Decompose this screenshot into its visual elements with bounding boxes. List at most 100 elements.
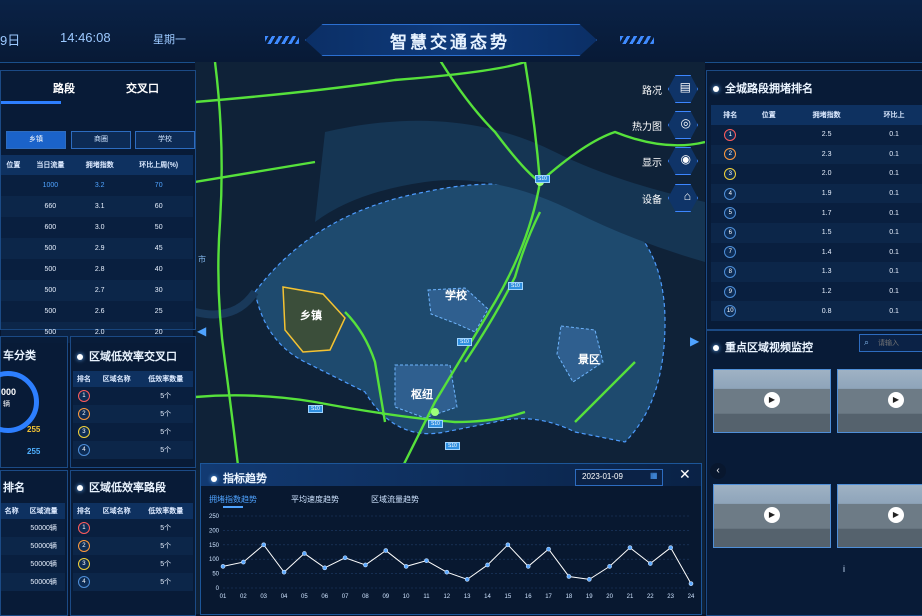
video-feed[interactable]: ▶	[713, 369, 831, 433]
col-header: 拥堵指数	[812, 112, 841, 119]
data-point	[302, 551, 307, 556]
table-row[interactable]: 5 1.7 0.1	[711, 203, 922, 223]
prev-video-icon[interactable]: ‹	[710, 463, 726, 479]
col-header: 排名	[76, 376, 91, 383]
table-cell	[95, 537, 139, 555]
table-row[interactable]: 2 5个	[73, 537, 193, 555]
video-title: 重点区域视频监控	[713, 339, 813, 355]
title-decoration-right	[620, 36, 654, 44]
data-point	[342, 555, 348, 561]
device-icon: ⌂	[683, 189, 691, 203]
play-icon[interactable]: ▶	[764, 507, 780, 523]
table-row[interactable]: 660 3.1 60	[1, 196, 193, 217]
map-label-scenic[interactable]: 景区	[578, 351, 600, 367]
table-row[interactable]: 500 2.8 40	[1, 259, 193, 280]
x-tick-label: 17	[545, 594, 552, 600]
tab-flow-trend[interactable]: 区域流量趋势	[371, 494, 419, 505]
tab-speed-trend[interactable]: 平均速度趋势	[291, 494, 339, 505]
table-cell: 5个	[160, 561, 172, 568]
tool-device[interactable]: 设备 ⌂	[620, 184, 698, 212]
road-tag: S10	[428, 420, 443, 428]
calendar-icon[interactable]: ▦	[650, 471, 658, 480]
table-row[interactable]: 3 5个	[73, 423, 193, 441]
table-row[interactable]: 1 2.5 0.1	[711, 125, 922, 145]
table-cell: 500	[44, 287, 57, 294]
table-row[interactable]: 50000辆	[1, 573, 65, 591]
table-cell: 70	[154, 182, 163, 189]
table-cell: 2.3	[821, 150, 832, 158]
data-point	[485, 562, 490, 568]
table-row[interactable]: 7 1.4 0.1	[711, 242, 922, 263]
rank-cell: 1	[73, 387, 95, 405]
table-row[interactable]: 600 3.0 50	[1, 217, 193, 238]
video-feed[interactable]: ▶	[713, 484, 831, 548]
tool-traffic[interactable]: 路况 ▤	[620, 75, 698, 103]
table-row[interactable]: 1 5个	[73, 387, 193, 405]
filter-school[interactable]: 学校	[135, 131, 195, 149]
tab-road[interactable]: 路段	[53, 80, 75, 96]
table-row[interactable]: 500 2.6 25	[1, 301, 193, 322]
play-icon[interactable]: ▶	[764, 392, 780, 408]
rank-cell: 10	[711, 301, 750, 321]
data-point	[648, 561, 653, 566]
trend-title-text: 指标趋势	[223, 473, 267, 485]
table-cell: 5个	[160, 447, 172, 454]
table-cell: 0.1	[889, 131, 899, 139]
table-cell: 500	[44, 245, 57, 252]
table-row[interactable]: 2 5个	[73, 405, 193, 423]
table-cell	[1, 175, 26, 196]
map-label-hub[interactable]: 枢纽	[411, 386, 433, 402]
rank-badge: 2	[724, 148, 737, 161]
low-cross-title-text: 区域低效率交叉口	[89, 351, 177, 363]
table-row[interactable]: 1 5个	[73, 519, 193, 537]
table-row[interactable]: 50000辆	[1, 555, 65, 573]
play-icon[interactable]: ▶	[888, 507, 904, 523]
table-row[interactable]: 1000 3.2 70	[1, 175, 193, 196]
table-row[interactable]: 4 5个	[73, 573, 193, 591]
rank-badge: 4	[77, 444, 90, 456]
tool-display[interactable]: 显示 ◉	[620, 147, 698, 175]
table-row[interactable]: 50000辆	[1, 519, 65, 537]
collapse-right-icon[interactable]: ▶	[690, 334, 700, 350]
table-row[interactable]: 4 1.9 0.1	[711, 183, 922, 204]
search-icon: ⌕	[864, 337, 870, 347]
tab-intersection[interactable]: 交叉口	[126, 80, 159, 96]
rank-cell: 6	[711, 223, 750, 243]
table-row[interactable]: 500 2.7 30	[1, 280, 193, 301]
table-cell: 3.1	[94, 203, 105, 210]
date-picker[interactable]: 2023-01-09 ▦	[575, 469, 663, 486]
x-tick-label: 07	[342, 594, 349, 600]
search-input[interactable]	[876, 336, 922, 351]
table-row[interactable]: 500 2.9 45	[1, 238, 193, 259]
table-row[interactable]: 50000辆	[1, 537, 65, 555]
close-icon[interactable]: ✕	[679, 466, 691, 483]
video-feed[interactable]: ▶	[837, 369, 922, 433]
table-row[interactable]: 8 1.3 0.1	[711, 262, 922, 282]
tool-heatmap[interactable]: 热力图 ◎	[620, 111, 698, 139]
table-cell: 0.1	[889, 150, 899, 158]
ranking-title: 全城路段拥堵排名	[713, 80, 813, 96]
table-row[interactable]: 6 1.5 0.1	[711, 222, 922, 243]
gauge-stat: 255	[27, 447, 41, 456]
table-row[interactable]: 4 5个	[73, 441, 193, 459]
play-icon[interactable]: ▶	[888, 392, 904, 408]
data-point	[627, 545, 633, 550]
filter-business[interactable]: 商圈	[71, 131, 131, 149]
table-cell	[95, 405, 139, 423]
map-label-school[interactable]: 学校	[445, 287, 467, 303]
table-row[interactable]: 3 5个	[73, 555, 193, 573]
rank-cell: 9	[711, 282, 750, 302]
low-road-title-text: 区域低效率路段	[89, 482, 166, 494]
table-row[interactable]: 10 0.8 0.1	[711, 301, 922, 321]
x-tick-label: 22	[647, 594, 654, 600]
tab-congestion-trend[interactable]: 拥堵指数趋势	[209, 494, 257, 505]
map-label-township[interactable]: 乡镇	[300, 307, 322, 323]
video-feed[interactable]: ▶	[837, 484, 922, 548]
table-row[interactable]: 9 1.2 0.1	[711, 281, 922, 302]
video-search-box[interactable]: ⌕	[859, 334, 922, 352]
collapse-left-icon[interactable]: ◀	[197, 324, 207, 340]
table-row[interactable]: 3 2.0 0.1	[711, 164, 922, 184]
filter-township[interactable]: 乡镇	[6, 131, 66, 149]
table-row[interactable]: 2 2.3 0.1	[711, 144, 922, 165]
table-cell: 0.1	[889, 209, 899, 217]
